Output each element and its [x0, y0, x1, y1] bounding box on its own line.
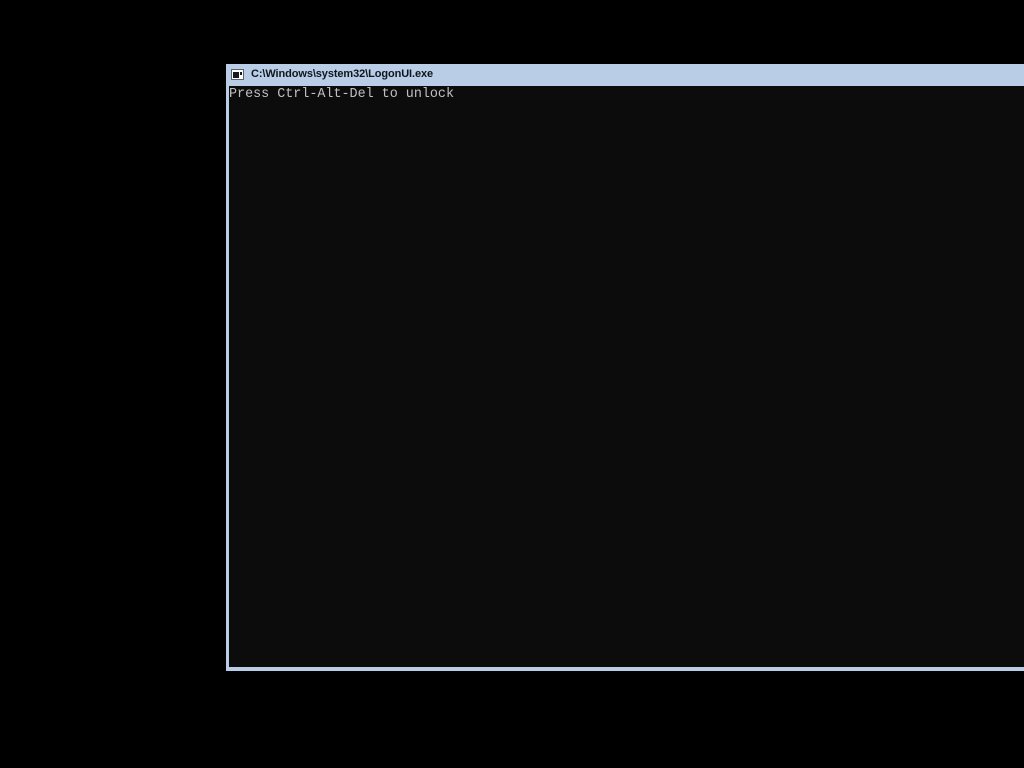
console-output-text: Press Ctrl-Alt-Del to unlock — [229, 87, 454, 102]
console-app-icon[interactable] — [231, 69, 244, 80]
console-window[interactable]: C:\Windows\system32\LogonUI.exe Press Ct… — [226, 64, 1024, 671]
console-output-area[interactable]: Press Ctrl-Alt-Del to unlock — [229, 86, 1024, 667]
console-icon-bar — [240, 72, 242, 75]
desktop-background: C:\Windows\system32\LogonUI.exe Press Ct… — [0, 0, 1024, 768]
title-bar[interactable]: C:\Windows\system32\LogonUI.exe — [226, 64, 1024, 86]
console-icon-screen — [233, 72, 239, 78]
window-title: C:\Windows\system32\LogonUI.exe — [251, 68, 434, 80]
